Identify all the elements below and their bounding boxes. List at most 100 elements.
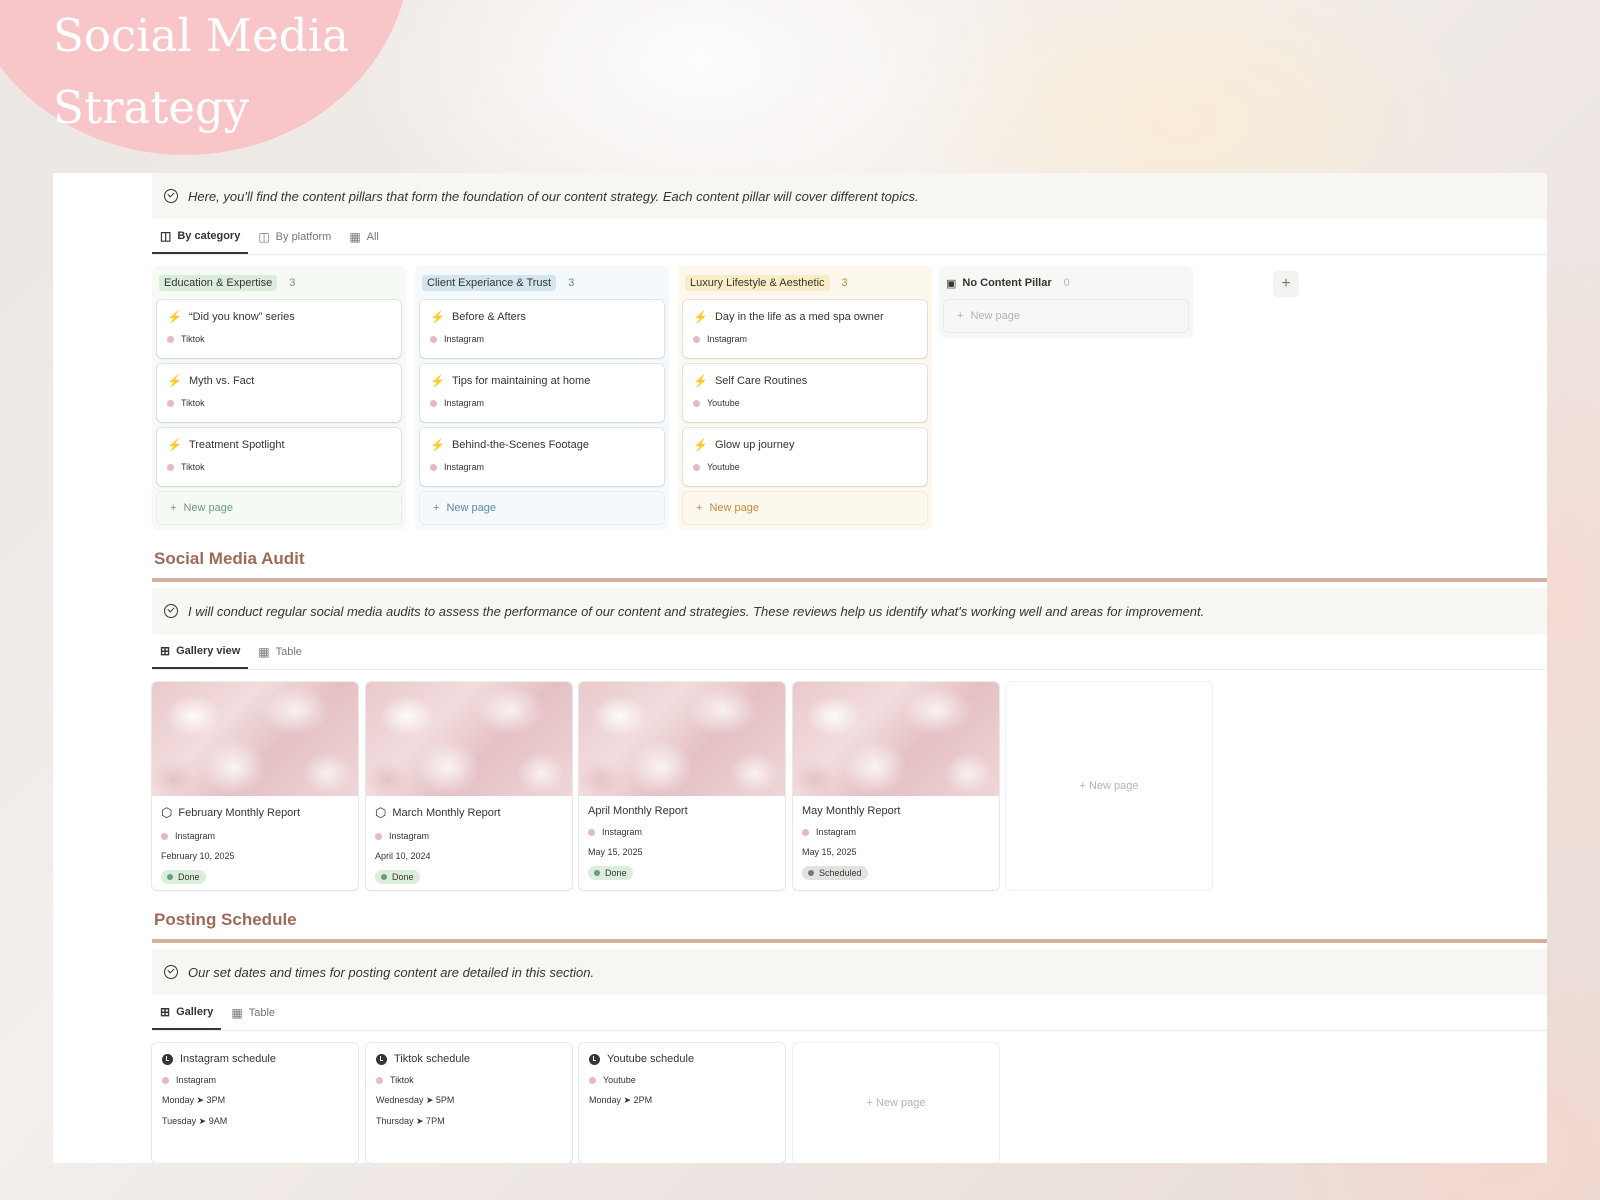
platform-label: Instagram <box>444 462 485 472</box>
lightning-icon: ⚡ <box>430 438 445 452</box>
column-tag: Client Experiance & Trust <box>422 275 557 291</box>
page-title: Social Media Strategy <box>53 9 349 134</box>
card-title-text: Self Care Routines <box>714 375 808 387</box>
posting-time: Tuesday ➤ 9AM <box>162 1116 228 1126</box>
schedule-card[interactable]: Youtube schedule Youtube Monday ➤ 2PM <box>579 1043 785 1163</box>
tab-table[interactable]: ▦ Table <box>223 995 283 1030</box>
platform-dot <box>430 335 437 343</box>
schedule-callout: Our set dates and times for posting cont… <box>152 949 1547 995</box>
lightning-icon: ⚡ <box>693 438 708 452</box>
report-card[interactable]: May Monthly Report Instagram May 15, 2025 S… <box>793 682 999 890</box>
schedule-card[interactable]: Tiktok schedule Tiktok Wednesday ➤ 5PM Thur… <box>366 1043 572 1163</box>
cover-image <box>366 682 572 796</box>
schedule-card[interactable]: Instagram schedule Instagram Monday ➤ 3PM T… <box>152 1043 358 1163</box>
schedule-gallery: Instagram schedule Instagram Monday ➤ 3PM T… <box>152 1031 1547 1163</box>
schedule-title: Tiktok schedule <box>376 1053 562 1065</box>
table-icon: ▦ <box>258 644 270 659</box>
board-card[interactable]: ⚡ Before & Afters Instagram <box>420 300 664 358</box>
platform-dot <box>162 1076 169 1084</box>
platform-dot <box>167 463 174 471</box>
status-dot <box>808 870 814 876</box>
new-page-card[interactable]: + New page <box>1006 682 1212 890</box>
card-title-text: Day in the life as a med spa owner <box>714 311 884 323</box>
platform-label: Youtube <box>603 1075 636 1085</box>
tab-table[interactable]: ▦ Table <box>250 634 310 669</box>
board-card[interactable]: ⚡ Day in the life as a med spa owner Insta… <box>683 300 927 358</box>
platform-label: Instagram <box>816 827 857 837</box>
table-icon: ▦ <box>349 229 361 244</box>
board-card[interactable]: ⚡ “Did you know” series Tiktok <box>157 300 401 358</box>
platform-dot <box>161 832 168 840</box>
pillars-callout: Here, you'll find the content pillars th… <box>152 173 1547 219</box>
status-badge: Done <box>375 870 420 884</box>
platform-label: Instagram <box>707 334 748 344</box>
tab-label: Table <box>275 645 302 658</box>
status-label: Done <box>392 872 414 882</box>
board-column: ▣ No Content Pillar 0 + New page <box>939 266 1193 338</box>
platform-label: Instagram <box>444 398 485 408</box>
schedule-title: Youtube schedule <box>589 1053 775 1065</box>
card-title-text: Glow up journey <box>714 439 795 451</box>
status-dot <box>381 874 387 880</box>
add-group-button[interactable]: + <box>1273 271 1299 297</box>
platform-label: Instagram <box>444 334 485 344</box>
platform-dot <box>693 399 700 407</box>
platform-tag: Tiktok <box>167 398 391 408</box>
platform-dot <box>167 335 174 343</box>
report-date: February 10, 2025 <box>161 851 235 861</box>
check-circle-icon <box>164 189 178 203</box>
column-header: Client Experiance & Trust 3 <box>420 272 664 294</box>
notion-page: Here, you'll find the content pillars th… <box>53 173 1547 1163</box>
new-page-button[interactable]: + New page <box>420 492 664 524</box>
platform-tag: Instagram <box>430 398 654 408</box>
new-page-button[interactable]: + New page <box>157 492 401 524</box>
tab-label: All <box>366 230 379 243</box>
platform-tag: Instagram <box>430 462 654 472</box>
platform-tag: Youtube <box>589 1075 775 1085</box>
card-title-text: Before & Afters <box>451 311 526 323</box>
report-card[interactable]: April Monthly Report Instagram May 15, 202… <box>579 682 785 890</box>
report-date: May 15, 2025 <box>802 847 857 857</box>
report-card[interactable]: ⬡ March Monthly Report Instagram April 10, … <box>366 682 572 890</box>
platform-tag: Tiktok <box>376 1075 562 1085</box>
tab-label: By category <box>177 229 241 242</box>
status-badge: Scheduled <box>802 866 868 880</box>
tab-all[interactable]: ▦ All <box>341 219 387 254</box>
plus-icon: + <box>957 310 964 322</box>
board-card[interactable]: ⚡ Self Care Routines Youtube <box>683 364 927 422</box>
lightning-icon: ⚡ <box>693 374 708 388</box>
schedule-view-tabs: ⊞ Gallery ▦ Table <box>152 995 1547 1031</box>
tab-gallery-view[interactable]: ⊞ Gallery view <box>152 634 249 669</box>
status-dot <box>167 874 173 880</box>
schedule-title-text: Youtube schedule <box>607 1053 695 1065</box>
column-count: 3 <box>841 277 848 289</box>
tab-by-category[interactable]: ◫ By category <box>152 219 249 254</box>
schedule-title: Instagram schedule <box>162 1053 348 1065</box>
gallery-icon: ⊞ <box>160 1004 171 1019</box>
new-page-card[interactable]: + New page <box>793 1043 999 1163</box>
report-title-text: February Monthly Report <box>178 807 301 819</box>
column-header: Luxury Lifestyle & Aesthetic 3 <box>683 272 927 294</box>
status-label: Done <box>178 872 200 882</box>
pillars-board: + Education & Expertise 3 ⚡ “Did you know” … <box>152 255 1547 535</box>
platform-tag: Instagram <box>161 831 349 841</box>
board-card[interactable]: ⚡ Behind-the-Scenes Footage Instagram <box>420 428 664 486</box>
board-card[interactable]: ⚡ Myth vs. Fact Tiktok <box>157 364 401 422</box>
board-card[interactable]: ⚡ Treatment Spotlight Tiktok <box>157 428 401 486</box>
posting-time: Wednesday ➤ 5PM <box>376 1095 455 1105</box>
cover-image <box>579 682 785 796</box>
tab-label: By platform <box>275 230 332 243</box>
tab-gallery[interactable]: ⊞ Gallery <box>152 995 222 1030</box>
new-page-button[interactable]: + New page <box>944 300 1188 332</box>
new-page-button[interactable]: + New page <box>683 492 927 524</box>
platform-dot <box>375 832 382 840</box>
platform-dot <box>430 463 437 471</box>
tab-by-platform[interactable]: ◫ By platform <box>250 219 339 254</box>
platform-dot <box>802 828 809 836</box>
platform-tag: Youtube <box>693 462 917 472</box>
report-card[interactable]: ⬡ February Monthly Report Instagram Februar… <box>152 682 358 890</box>
platform-label: Tiktok <box>181 462 205 472</box>
board-card[interactable]: ⚡ Glow up journey Youtube <box>683 428 927 486</box>
board-card[interactable]: ⚡ Tips for maintaining at home Instagram <box>420 364 664 422</box>
board-column: Luxury Lifestyle & Aesthetic 3 ⚡ Day in the… <box>678 266 932 530</box>
